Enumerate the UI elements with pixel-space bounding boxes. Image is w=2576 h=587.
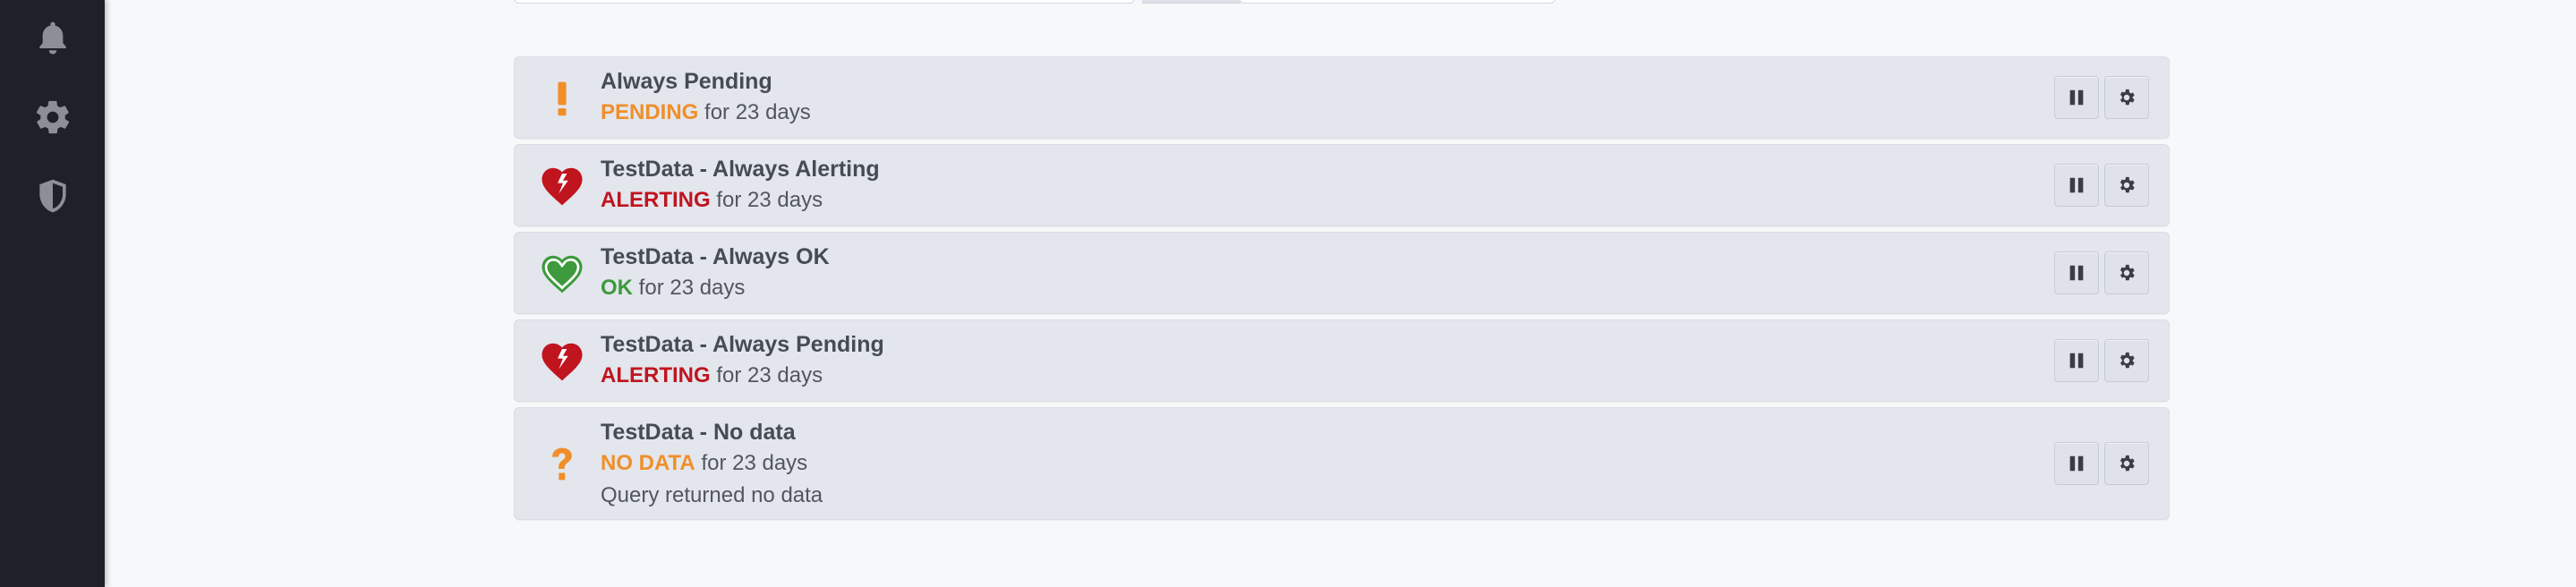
edit-alert-button[interactable] — [2104, 164, 2149, 207]
pause-icon — [2069, 89, 2084, 106]
alert-rule-list: Always Pending PENDING for 23 days TestD… — [514, 56, 2170, 525]
question-icon — [534, 437, 590, 492]
broken-heart-icon — [534, 334, 590, 389]
alert-state: OK for 23 days — [601, 272, 830, 304]
state-duration: for 23 days — [701, 451, 808, 475]
state-label: NO DATA — [601, 451, 695, 475]
cog-icon — [2120, 89, 2135, 106]
state-label: ALERTING — [601, 363, 711, 387]
pause-button[interactable] — [2054, 164, 2099, 207]
search-input[interactable] — [514, 0, 1135, 4]
pause-button[interactable] — [2054, 76, 2099, 119]
alert-info-text: Query returned no data — [601, 483, 823, 507]
pause-button[interactable] — [2054, 442, 2099, 485]
edit-alert-button[interactable] — [2104, 339, 2149, 382]
alert-rule-item: TestData - No data NO DATA for 23 days Q… — [514, 407, 2170, 520]
state-duration: for 23 days — [704, 100, 811, 124]
broken-heart-icon — [534, 158, 590, 214]
alert-title[interactable]: TestData - Always Pending — [601, 329, 884, 360]
pause-button[interactable] — [2054, 339, 2099, 382]
heart-icon — [534, 246, 590, 302]
cog-icon — [2120, 176, 2135, 193]
side-menu — [0, 0, 105, 587]
state-duration: for 23 days — [716, 363, 823, 387]
pause-icon — [2069, 455, 2084, 472]
cog-icon — [2120, 455, 2135, 472]
alert-title[interactable]: Always Pending — [601, 66, 811, 97]
alert-state: ALERTING for 23 days — [601, 184, 880, 217]
alert-rule-item: Always Pending PENDING for 23 days — [514, 56, 2170, 139]
state-filter-select[interactable] — [1239, 0, 1556, 4]
state-label: OK — [601, 276, 633, 300]
state-label: ALERTING — [601, 188, 711, 212]
gear-icon[interactable] — [27, 91, 79, 143]
alert-title[interactable]: TestData - Always OK — [601, 242, 830, 272]
cog-icon — [2120, 352, 2135, 369]
alert-state: NO DATA for 23 days — [601, 447, 823, 480]
pause-icon — [2069, 353, 2084, 369]
state-label: PENDING — [601, 100, 699, 124]
alert-state: ALERTING for 23 days — [601, 360, 884, 392]
state-duration: for 23 days — [638, 276, 746, 300]
pause-button[interactable] — [2054, 251, 2099, 294]
alert-title[interactable]: TestData - Always Alerting — [601, 154, 880, 184]
edit-alert-button[interactable] — [2104, 442, 2149, 485]
alert-rule-item: TestData - Always OK OK for 23 days — [514, 232, 2170, 314]
pause-icon — [2069, 265, 2084, 281]
alert-title[interactable]: TestData - No data — [601, 417, 823, 447]
filter-button[interactable] — [1142, 0, 1241, 4]
alert-state: PENDING for 23 days — [601, 97, 811, 129]
bell-icon[interactable] — [27, 13, 79, 64]
shield-icon[interactable] — [27, 170, 79, 222]
cog-icon — [2120, 264, 2135, 281]
pause-icon — [2069, 177, 2084, 193]
edit-alert-button[interactable] — [2104, 251, 2149, 294]
alert-rule-item: TestData - Always Pending ALERTING for 2… — [514, 319, 2170, 402]
edit-alert-button[interactable] — [2104, 76, 2149, 119]
alert-rule-item: TestData - Always Alerting ALERTING for … — [514, 144, 2170, 226]
exclamation-icon — [534, 71, 590, 126]
state-duration: for 23 days — [716, 188, 823, 212]
